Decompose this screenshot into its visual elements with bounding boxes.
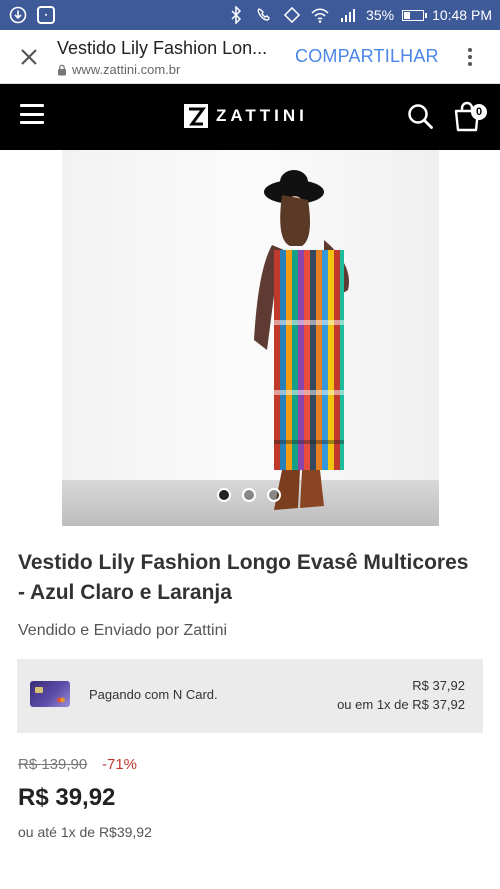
- installment-info: ou até 1x de R$39,92: [18, 824, 152, 840]
- close-button[interactable]: [14, 42, 44, 72]
- battery-percent: 35%: [366, 7, 395, 23]
- signal-icon: [338, 5, 358, 25]
- carousel-dot[interactable]: [267, 488, 281, 502]
- page-title: Vestido Lily Fashion Lon...: [57, 38, 268, 58]
- carousel-dot[interactable]: [242, 488, 256, 502]
- app-notification-icon: ▪: [36, 5, 56, 25]
- vibrate-icon: [282, 5, 302, 25]
- old-price: R$ 139,90: [18, 756, 88, 773]
- card-offer-installment: ou em 1x de R$ 37,92: [337, 697, 465, 712]
- card-offer-price: R$ 37,92: [412, 678, 465, 693]
- battery-icon: [402, 9, 428, 21]
- carousel-dots: [217, 488, 281, 502]
- call-icon: [254, 5, 274, 25]
- close-icon: [21, 49, 37, 65]
- card-offer-label: Pagando com N Card.: [89, 687, 218, 702]
- n-card-icon: [30, 681, 70, 707]
- seller-info: Vendido e Enviado por Zattini: [18, 622, 228, 639]
- discount-badge: -71%: [102, 756, 138, 773]
- menu-icon[interactable]: [20, 104, 44, 124]
- url-display: www.zattini.com.br: [57, 62, 180, 77]
- brand-name: ZATTINI: [216, 106, 308, 125]
- card-offer-box[interactable]: Pagando com N Card. R$ 37,92 ou em 1x de…: [17, 659, 483, 733]
- product-title: Vestido Lily Fashion Longo Evasê Multico…: [18, 551, 469, 604]
- more-options-icon[interactable]: [458, 42, 482, 72]
- status-bar: ▪ 35% 10:48 PM: [0, 0, 500, 30]
- share-button[interactable]: COMPARTILHAR: [295, 46, 439, 67]
- carousel-dot[interactable]: [217, 488, 231, 502]
- lock-icon: [58, 64, 66, 75]
- brand-logo[interactable]: ZATTINI: [184, 104, 308, 128]
- url-text: www.zattini.com.br: [72, 62, 181, 77]
- zattini-logo-icon: [184, 104, 208, 128]
- site-header: ZATTINI: [0, 84, 500, 150]
- bluetooth-icon: [226, 5, 246, 25]
- product-image[interactable]: [62, 150, 439, 526]
- clock: 10:48 PM: [432, 7, 492, 23]
- search-icon[interactable]: [406, 102, 434, 130]
- current-price: R$ 39,92: [18, 784, 116, 811]
- cart-count-badge: 0: [471, 104, 487, 120]
- product-photo: [62, 150, 439, 526]
- download-icon: [8, 5, 28, 25]
- wifi-icon: [310, 5, 330, 25]
- browser-toolbar: Vestido Lily Fashion Lon... www.zattini.…: [0, 30, 500, 84]
